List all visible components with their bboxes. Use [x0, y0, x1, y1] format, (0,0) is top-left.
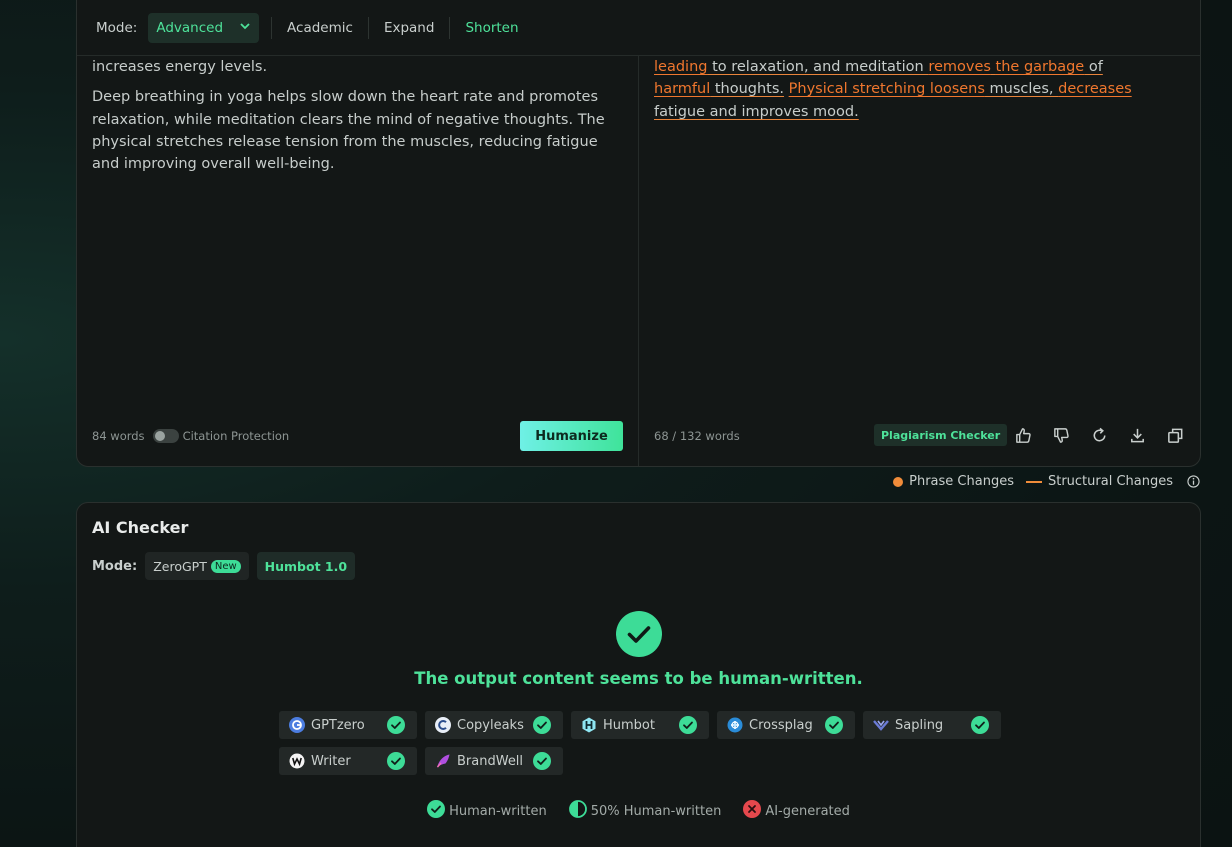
download-icon[interactable]: [1128, 426, 1147, 445]
phrase-change[interactable]: the garbage: [996, 59, 1085, 75]
thumbs-up-icon[interactable]: [1014, 426, 1033, 445]
new-badge: New: [210, 559, 241, 573]
refresh-icon[interactable]: [1090, 426, 1109, 445]
mode-chip-label: ZeroGPT: [153, 558, 207, 574]
check-circle-icon: [533, 716, 551, 734]
mode-option-shorten[interactable]: Shorten: [450, 20, 533, 36]
key-half-label: 50% Human-written: [590, 803, 722, 819]
detector-name: Crossplag: [749, 717, 813, 733]
copyleaks-icon: [435, 717, 451, 733]
input-word-count: 84 words: [92, 429, 145, 443]
mode-chip-label: Humbot 1.0: [264, 558, 348, 574]
structural-change[interactable]: thoughts.: [710, 81, 784, 97]
detector-name: GPTzero: [311, 717, 365, 733]
output-footer: 68 / 132 words Plagiarism Checker: [654, 421, 1187, 451]
pane-divider: [638, 56, 639, 466]
key-half: 50% Human-written: [568, 800, 722, 822]
detector-gptzero: GPTzero: [279, 711, 417, 739]
chevron-down-icon: [239, 20, 251, 36]
detector-name: BrandWell: [457, 753, 524, 769]
x-circle-icon: [743, 800, 762, 822]
mode-dropdown[interactable]: Advanced: [148, 12, 260, 43]
phrase-change-label: Phrase Changes: [909, 474, 1014, 489]
detector-sapling: Sapling: [863, 711, 1001, 739]
input-text-area[interactable]: increases energy levels. Deep breathing …: [92, 56, 612, 183]
detector-humbot: Humbot: [571, 711, 709, 739]
mode-chip-humbot[interactable]: Humbot 1.0: [256, 552, 356, 580]
mode-bar: Mode: Advanced Academic Expand Shorten: [77, 0, 1200, 56]
ai-checker-title: AI Checker: [92, 518, 189, 537]
mode-label: Mode:: [96, 19, 138, 36]
writer-icon: [289, 753, 305, 769]
ai-checker-card: AI Checker Mode: ZeroGPT New Humbot 1.0 …: [76, 502, 1201, 847]
structural-change[interactable]: fatigue and improves mood.: [654, 104, 859, 120]
phrase-change[interactable]: Physical stretching loosens: [789, 81, 985, 97]
key-ai: AI-generated: [743, 800, 850, 822]
detector-name: Humbot: [603, 717, 655, 733]
phrase-change-dot: [893, 476, 904, 487]
phrase-change[interactable]: removes: [928, 59, 991, 75]
gptzero-icon: [289, 717, 305, 733]
structural-change-label: Structural Changes: [1047, 474, 1173, 489]
half-circle-icon: [568, 800, 587, 822]
detector-writer: Writer: [279, 747, 417, 775]
check-circle-icon: [825, 716, 843, 734]
humanize-button[interactable]: Humanize: [520, 421, 623, 451]
ai-checker-mode-label: Mode:: [92, 558, 138, 574]
result-key: Human-written 50% Human-written AI-gener…: [77, 800, 1200, 822]
check-circle-icon: [387, 716, 405, 734]
check-circle-icon: [679, 716, 697, 734]
plagiarism-checker-button[interactable]: Plagiarism Checker: [874, 424, 1008, 446]
mode-option-academic[interactable]: Academic: [272, 20, 368, 36]
structural-change-line: [1025, 480, 1042, 483]
check-circle-icon: [533, 752, 551, 770]
humbot-icon: [581, 717, 597, 733]
crossplag-icon: [727, 717, 743, 733]
mode-chip-zerogpt[interactable]: ZeroGPT New: [145, 552, 249, 580]
info-icon[interactable]: [1187, 475, 1200, 488]
input-paragraph: Deep breathing in yoga helps slow down t…: [92, 89, 605, 173]
structural-change[interactable]: to relaxation, and meditation: [707, 59, 928, 75]
mode-dropdown-value: Advanced: [156, 19, 224, 36]
phrase-change[interactable]: leading: [654, 59, 707, 75]
output-word-count: 68 / 132 words: [654, 429, 740, 443]
check-circle-icon: [387, 752, 405, 770]
phrase-change[interactable]: decreases: [1058, 81, 1132, 97]
output-text-area: leading to relaxation, and meditation re…: [654, 56, 1154, 123]
structural-change[interactable]: of: [1084, 59, 1103, 75]
human-check-icon: [616, 611, 662, 657]
phrase-change[interactable]: harmful: [654, 81, 710, 97]
structural-change[interactable]: muscles,: [985, 81, 1058, 97]
check-circle-icon: [971, 716, 989, 734]
detector-name: Copyleaks: [457, 717, 524, 733]
detector-name: Sapling: [895, 717, 944, 733]
detector-crossplag: Crossplag: [717, 711, 855, 739]
change-legend: Phrase Changes Structural Changes: [893, 474, 1200, 489]
thumbs-down-icon[interactable]: [1052, 426, 1071, 445]
copy-icon[interactable]: [1166, 426, 1185, 445]
editor-card: Mode: Advanced Academic Expand Shorten i…: [76, 0, 1201, 467]
brandwell-icon: [435, 753, 451, 769]
detector-copyleaks: Copyleaks: [425, 711, 563, 739]
key-human: Human-written: [427, 800, 547, 822]
input-footer: 84 words Citation Protection Humanize: [92, 421, 623, 451]
sapling-icon: [873, 717, 889, 733]
citation-protection-label: Citation Protection: [182, 429, 290, 443]
detector-name: Writer: [311, 753, 351, 769]
citation-protection-toggle[interactable]: [152, 429, 179, 443]
check-circle-icon: [427, 800, 446, 822]
input-paragraph: increases energy levels.: [92, 59, 268, 75]
ai-checker-mode-bar: Mode: ZeroGPT New Humbot 1.0: [92, 552, 356, 580]
key-ai-label: AI-generated: [765, 803, 850, 819]
verdict-text: The output content seems to be human-wri…: [414, 669, 863, 688]
mode-option-expand[interactable]: Expand: [369, 20, 450, 36]
detector-brandwell: BrandWell: [425, 747, 563, 775]
key-human-label: Human-written: [449, 803, 547, 819]
